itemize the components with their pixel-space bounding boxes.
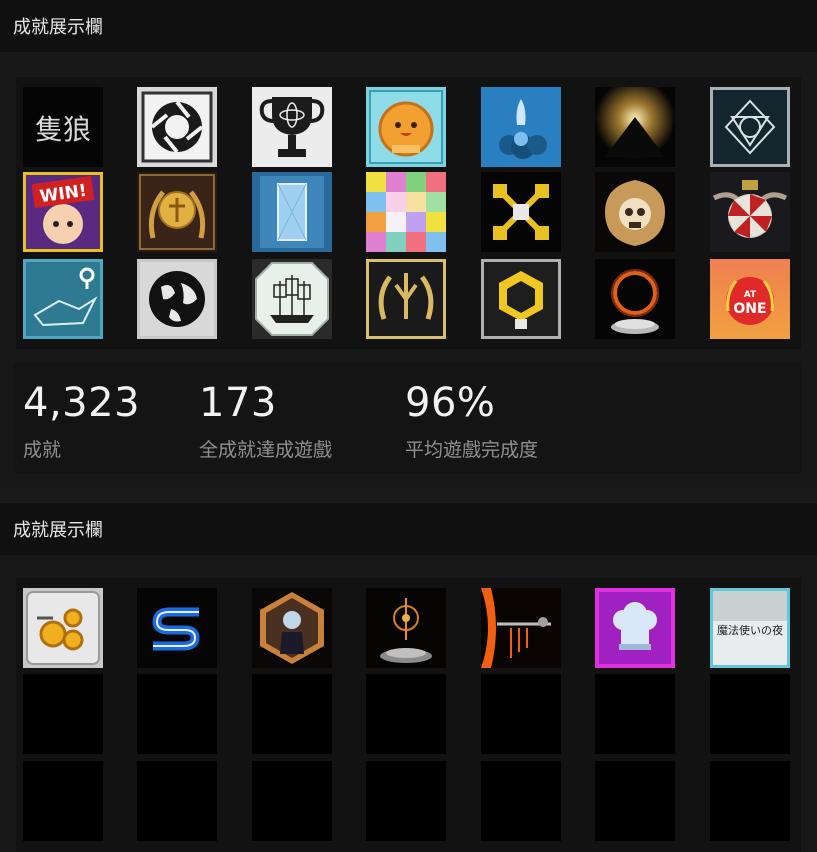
at-one-laurel-icon[interactable]: AT ONE bbox=[710, 259, 790, 339]
light-mountain-icon[interactable] bbox=[595, 87, 675, 167]
triangle-circle-emblem-icon[interactable] bbox=[710, 87, 790, 167]
stat-label: 成就 bbox=[23, 439, 62, 461]
empty-slot[interactable] bbox=[137, 761, 217, 841]
quadcopter-drone-icon[interactable] bbox=[481, 172, 561, 252]
stat-value: 173 bbox=[199, 380, 277, 426]
achievement-grid: 隻狼 WIN! AT ONE bbox=[16, 77, 801, 349]
empty-slot[interactable] bbox=[137, 674, 217, 754]
hexagon-badge-icon[interactable] bbox=[481, 259, 561, 339]
empty-slot[interactable] bbox=[23, 761, 103, 841]
showcase-title: 成就展示欄 bbox=[0, 0, 817, 52]
portal-aperture-icon[interactable] bbox=[137, 87, 217, 167]
color-puzzle-grid-icon[interactable] bbox=[366, 172, 446, 252]
blue-s-logo-icon[interactable] bbox=[137, 588, 217, 668]
empty-slot[interactable] bbox=[595, 761, 675, 841]
empty-slot[interactable] bbox=[710, 761, 790, 841]
globe-icon[interactable] bbox=[137, 259, 217, 339]
achievement-showcase-panel-2: 成就展示欄 魔法使いの夜 bbox=[0, 503, 817, 852]
witch-night-title-icon[interactable]: 魔法使いの夜 bbox=[710, 588, 790, 668]
win-anime-girl-icon[interactable]: WIN! bbox=[23, 172, 103, 252]
empty-slot[interactable] bbox=[252, 674, 332, 754]
chef-hat-icon[interactable] bbox=[595, 588, 675, 668]
svg-text:魔法使いの夜: 魔法使いの夜 bbox=[717, 623, 783, 637]
rocket-launch-icon[interactable] bbox=[481, 87, 561, 167]
empty-slot[interactable] bbox=[481, 674, 561, 754]
svg-text:ONE: ONE bbox=[733, 301, 766, 317]
svg-text:隻狼: 隻狼 bbox=[35, 113, 91, 146]
empty-slot[interactable] bbox=[481, 761, 561, 841]
atom-trophy-icon[interactable] bbox=[252, 87, 332, 167]
svg-text:AT: AT bbox=[744, 290, 757, 300]
slime-coin-icon[interactable] bbox=[366, 87, 446, 167]
empty-slot[interactable] bbox=[366, 761, 446, 841]
empty-slot[interactable] bbox=[366, 674, 446, 754]
sekiro-kanji-icon[interactable]: 隻狼 bbox=[23, 87, 103, 167]
golden-laurel-trident-icon[interactable] bbox=[366, 259, 446, 339]
stat-perfect-games: 173 全成就達成遊戲 bbox=[199, 381, 332, 462]
blue-door-icon[interactable] bbox=[252, 172, 332, 252]
stat-avg-completion: 96% 平均遊戲完成度 bbox=[405, 381, 538, 462]
gears-panel-icon[interactable] bbox=[23, 588, 103, 668]
empty-slot[interactable] bbox=[710, 674, 790, 754]
empty-slot[interactable] bbox=[23, 674, 103, 754]
anime-character-hexagon-icon[interactable] bbox=[252, 588, 332, 668]
stat-label: 全成就達成遊戲 bbox=[199, 439, 333, 461]
achievement-grid: 魔法使いの夜 bbox=[16, 578, 801, 852]
achievement-stats: 4,323 成就 173 全成就達成遊戲 96% 平均遊戲完成度 bbox=[13, 363, 801, 473]
fire-weapon-icon[interactable] bbox=[481, 588, 561, 668]
map-pin-icon[interactable] bbox=[23, 259, 103, 339]
showcase-title: 成就展示欄 bbox=[0, 503, 817, 555]
stat-value: 96% bbox=[405, 380, 496, 426]
sailing-ship-icon[interactable] bbox=[252, 259, 332, 339]
dark-sign-ring-icon[interactable] bbox=[595, 259, 675, 339]
umbrella-corp-crest-icon[interactable] bbox=[710, 172, 790, 252]
golden-skull-crest-icon[interactable] bbox=[595, 172, 675, 252]
elden-ring-altar-icon[interactable] bbox=[366, 588, 446, 668]
stat-value: 4,323 bbox=[23, 380, 141, 426]
stat-label: 平均遊戲完成度 bbox=[405, 439, 539, 461]
empty-slot[interactable] bbox=[595, 674, 675, 754]
achievement-showcase-panel: 成就展示欄 隻狼 WIN! AT ONE 4,323 成就 173 全成就達成遊… bbox=[0, 0, 817, 487]
empty-slot[interactable] bbox=[252, 761, 332, 841]
gold-medal-laurel-icon[interactable] bbox=[137, 172, 217, 252]
stat-total-achievements: 4,323 成就 bbox=[23, 381, 140, 462]
